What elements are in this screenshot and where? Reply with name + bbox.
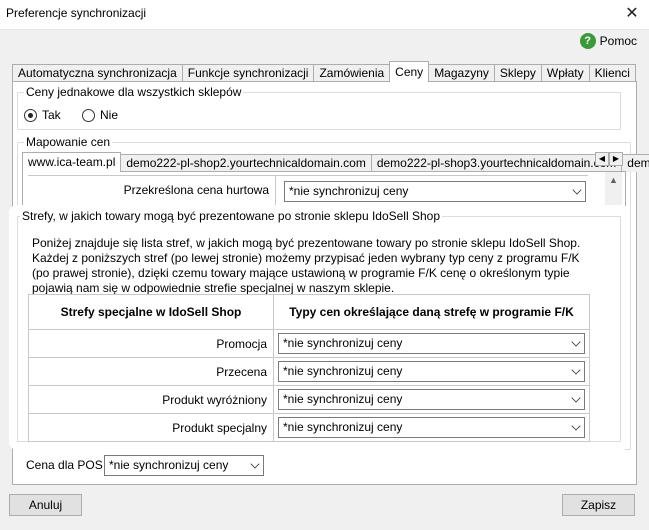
chevron-down-icon: [250, 459, 260, 469]
shop-tab-ica-team[interactable]: www.ica-team.pl: [22, 152, 122, 172]
tab-sync-functions[interactable]: Funkcje synchronizacji: [181, 64, 315, 82]
zone-price-value: *nie synchronizuj ceny: [283, 392, 403, 406]
title-bar: Preferencje synchronizacji ✕: [0, 0, 649, 30]
zone-price-select[interactable]: *nie synchronizuj ceny: [278, 389, 585, 410]
save-button[interactable]: Zapisz: [562, 494, 635, 516]
shop-tabs: www.ica-team.pl demo222-pl-shop2.yourtec…: [22, 152, 649, 172]
col-price-header: Typy cen określające daną strefę w progr…: [273, 294, 590, 330]
wholesale-price-row: Przekreślona cena hurtowa *nie synchroni…: [28, 175, 588, 206]
tab-prices[interactable]: Ceny: [389, 61, 430, 82]
col-zone-header: Strefy specjalne w IdoSell Shop: [28, 294, 274, 330]
shop-tab-scroller: ◀ ▶: [595, 152, 623, 166]
wholesale-price-label: Przekreślona cena hurtowa: [28, 176, 276, 205]
table-row: Produkt specjalny *nie synchronizuj ceny: [28, 413, 590, 442]
main-tabs: Automatyczna synchronizacja Funkcje sync…: [12, 61, 636, 82]
radio-no-label: Nie: [100, 108, 119, 122]
price-mapping-legend: Mapowanie cen: [24, 135, 113, 149]
chevron-down-icon: [572, 185, 582, 195]
radio-yes-label: Tak: [42, 108, 61, 122]
zone-label: Promocja: [28, 329, 274, 358]
tab-payments[interactable]: Wpłaty: [540, 64, 590, 82]
radio-no-indicator[interactable]: [82, 108, 95, 122]
cancel-button[interactable]: Anuluj: [9, 494, 82, 516]
help-button[interactable]: ? Pomoc: [579, 30, 637, 52]
shop-tab-shop3[interactable]: demo222-pl-shop3.yourtechnicaldomain.com: [370, 154, 623, 172]
radio-yes[interactable]: Tak: [24, 108, 61, 122]
zones-table-header: Strefy specjalne w IdoSell Shop Typy cen…: [28, 294, 590, 330]
zones-legend: Strefy, w jakich towary mogą być prezent…: [20, 209, 442, 223]
zone-label: Przecena: [28, 357, 274, 386]
shop-tab-shop2[interactable]: demo222-pl-shop2.yourtechnicaldomain.com: [120, 154, 372, 172]
zone-price-select[interactable]: *nie synchronizuj ceny: [278, 417, 585, 438]
tab-orders[interactable]: Zamówienia: [313, 64, 391, 82]
same-prices-legend: Ceny jednakowe dla wszystkich sklepów: [24, 85, 244, 99]
radio-no[interactable]: Nie: [82, 108, 118, 122]
pos-price-label: Cena dla POS: [26, 458, 103, 472]
zone-price-select[interactable]: *nie synchronizuj ceny: [278, 361, 585, 382]
tab-warehouses[interactable]: Magazyny: [428, 64, 495, 82]
zones-table: Strefy specjalne w IdoSell Shop Typy cen…: [28, 294, 590, 442]
tab-shops[interactable]: Sklepy: [493, 64, 542, 82]
zone-price-value: *nie synchronizuj ceny: [283, 364, 403, 378]
wholesale-price-select[interactable]: *nie synchronizuj ceny: [284, 181, 586, 202]
table-row: Przecena *nie synchronizuj ceny: [28, 357, 590, 386]
tab-automatic-sync[interactable]: Automatyczna synchronizacja: [12, 64, 183, 82]
help-label: Pomoc: [599, 34, 637, 48]
zone-price-select[interactable]: *nie synchronizuj ceny: [278, 333, 585, 354]
pos-price-value: *nie synchronizuj ceny: [109, 458, 229, 472]
scroll-up-icon[interactable]: ▲: [605, 172, 622, 189]
close-icon[interactable]: ✕: [621, 3, 643, 25]
zone-price-value: *nie synchronizuj ceny: [283, 420, 403, 434]
window-title: Preferencje synchronizacji: [6, 6, 147, 20]
scroll-left-icon[interactable]: ◀: [595, 152, 609, 166]
radio-yes-indicator[interactable]: [24, 108, 37, 122]
zone-label: Produkt wyróżniony: [28, 385, 274, 414]
chevron-down-icon: [571, 365, 581, 375]
wholesale-price-value: *nie synchronizuj ceny: [289, 184, 409, 198]
chevron-down-icon: [571, 393, 581, 403]
zone-price-value: *nie synchronizuj ceny: [283, 336, 403, 350]
chevron-down-icon: [571, 421, 581, 431]
zone-label: Produkt specjalny: [28, 413, 274, 442]
table-row: Promocja *nie synchronizuj ceny: [28, 329, 590, 358]
scroll-right-icon[interactable]: ▶: [609, 152, 623, 166]
table-row: Produkt wyróżniony *nie synchronizuj cen…: [28, 385, 590, 414]
help-icon: ?: [579, 33, 596, 49]
tab-clients[interactable]: Klienci: [588, 64, 636, 82]
pos-price-select[interactable]: *nie synchronizuj ceny: [104, 455, 264, 476]
chevron-down-icon: [571, 337, 581, 347]
zones-description: Poniżej znajduje się lista stref, w jaki…: [32, 236, 581, 295]
shop-tab-demo2[interactable]: demo2: [621, 154, 649, 172]
